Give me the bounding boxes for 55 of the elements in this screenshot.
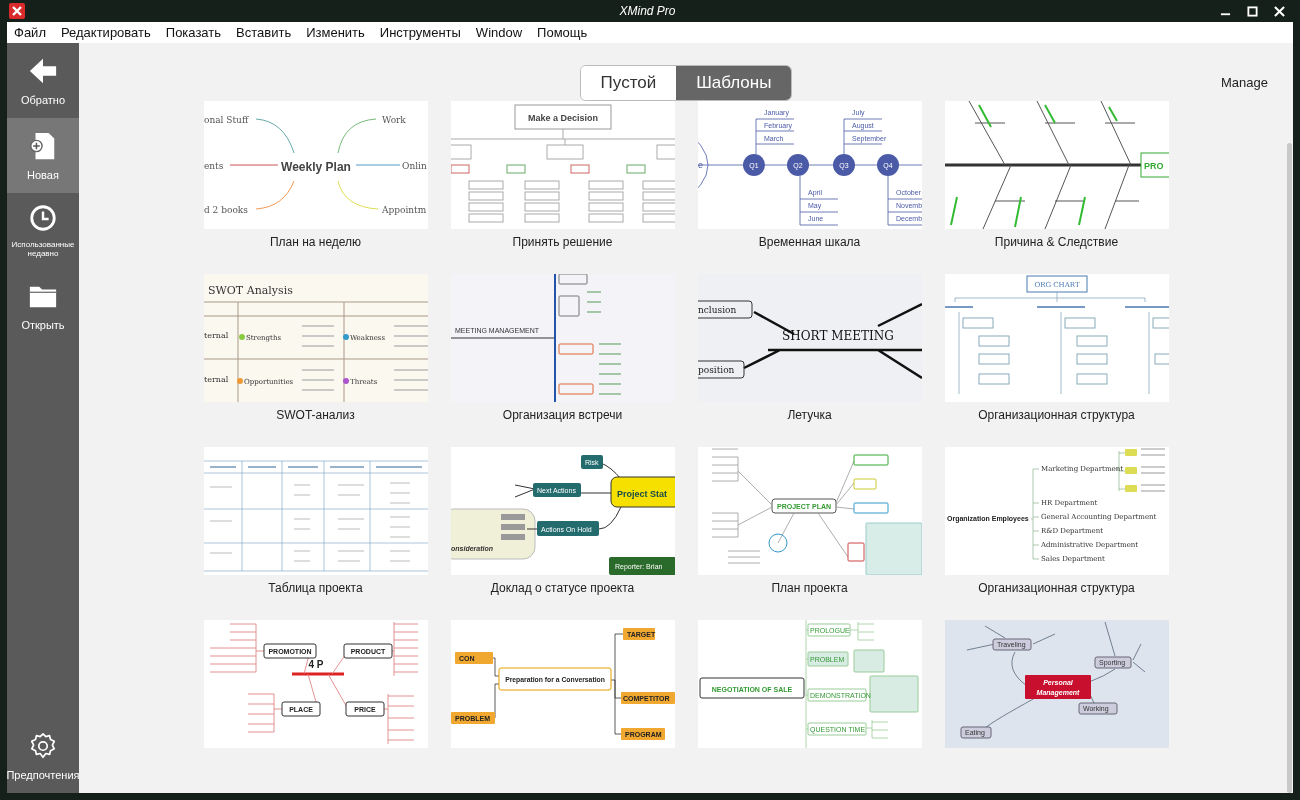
node-label: e xyxy=(697,160,703,170)
node-label: Work xyxy=(381,115,406,125)
template-name: Временная шкала xyxy=(758,235,861,249)
node-label: Weekly Plan xyxy=(280,160,351,174)
menu-item[interactable]: Редактировать xyxy=(60,25,151,40)
menu-item[interactable]: Показать xyxy=(165,25,222,40)
template-name: Причина & Следствие xyxy=(994,235,1119,249)
template-name: Летучка xyxy=(787,408,832,422)
sidebar-item[interactable]: Новая xyxy=(7,118,79,193)
node-label: ents xyxy=(203,161,223,171)
scrollbar[interactable] xyxy=(1287,143,1292,793)
node-label: d 2 books xyxy=(203,205,248,215)
template-name: Организационная структура xyxy=(978,408,1135,422)
node-label: PRO xyxy=(1143,161,1163,171)
node-label: Appointm xyxy=(381,205,426,215)
menu-item[interactable]: Вставить xyxy=(236,25,292,40)
sidebar-item[interactable]: Открыть xyxy=(7,268,79,343)
menu-item[interactable]: Инструменты xyxy=(379,25,461,40)
preferences-item[interactable]: Предпочтения xyxy=(7,718,79,793)
menu-item[interactable]: Изменить xyxy=(306,25,365,40)
template-thumbnail[interactable]: Make a Decision xyxy=(450,101,675,229)
node-label: nclusion xyxy=(697,305,736,315)
node-label: ternal xyxy=(203,331,228,340)
template-name: Доклад о статусе проекта xyxy=(490,581,635,595)
node-label: position xyxy=(697,365,734,375)
node-label: Make a Decision xyxy=(527,113,598,123)
template-name: Организация встречи xyxy=(502,408,623,422)
node-label: ternal xyxy=(203,375,228,384)
template-thumbnail[interactable]: nclusion SHORT MEETING position xyxy=(697,274,922,402)
manage-link[interactable]: Manage xyxy=(1221,75,1268,90)
sidebar-item[interactable]: Обратно xyxy=(7,43,79,118)
close-icon[interactable] xyxy=(1274,5,1285,17)
node-label: onal Stuff xyxy=(203,115,248,125)
node-label: 4 P xyxy=(308,659,323,670)
mode-tab[interactable]: Шаблоны xyxy=(676,66,792,100)
template-name: Организационная структура xyxy=(978,581,1135,595)
menu-item[interactable]: Помощь xyxy=(537,25,588,40)
maximize-icon[interactable] xyxy=(1247,5,1258,17)
node-label: SHORT MEETING xyxy=(781,329,894,343)
window-title: XMind Pro xyxy=(619,4,676,18)
template-thumbnail[interactable]: onal Stuff Work ents Weekly Plan Onlin d 2 books Appointm xyxy=(203,101,428,229)
node-label: SWOT Analysis xyxy=(207,284,293,297)
template-name: План проекта xyxy=(771,581,848,595)
template-name: SWOT-анализ xyxy=(276,408,355,422)
clock-icon xyxy=(28,202,58,233)
menu-item[interactable]: Файл xyxy=(14,25,46,40)
node-label: Onlin xyxy=(401,161,427,171)
node-label: Project Stat xyxy=(616,489,667,499)
template-name: План на неделю xyxy=(269,235,362,249)
template-name: Таблица проекта xyxy=(268,581,363,595)
sidebar-item[interactable]: Использованные недавно xyxy=(7,193,79,268)
app-logo-icon xyxy=(9,3,25,19)
template-name: Принять решение xyxy=(512,235,613,249)
settings-icon xyxy=(28,730,58,761)
menu-item[interactable]: Window xyxy=(475,25,523,40)
